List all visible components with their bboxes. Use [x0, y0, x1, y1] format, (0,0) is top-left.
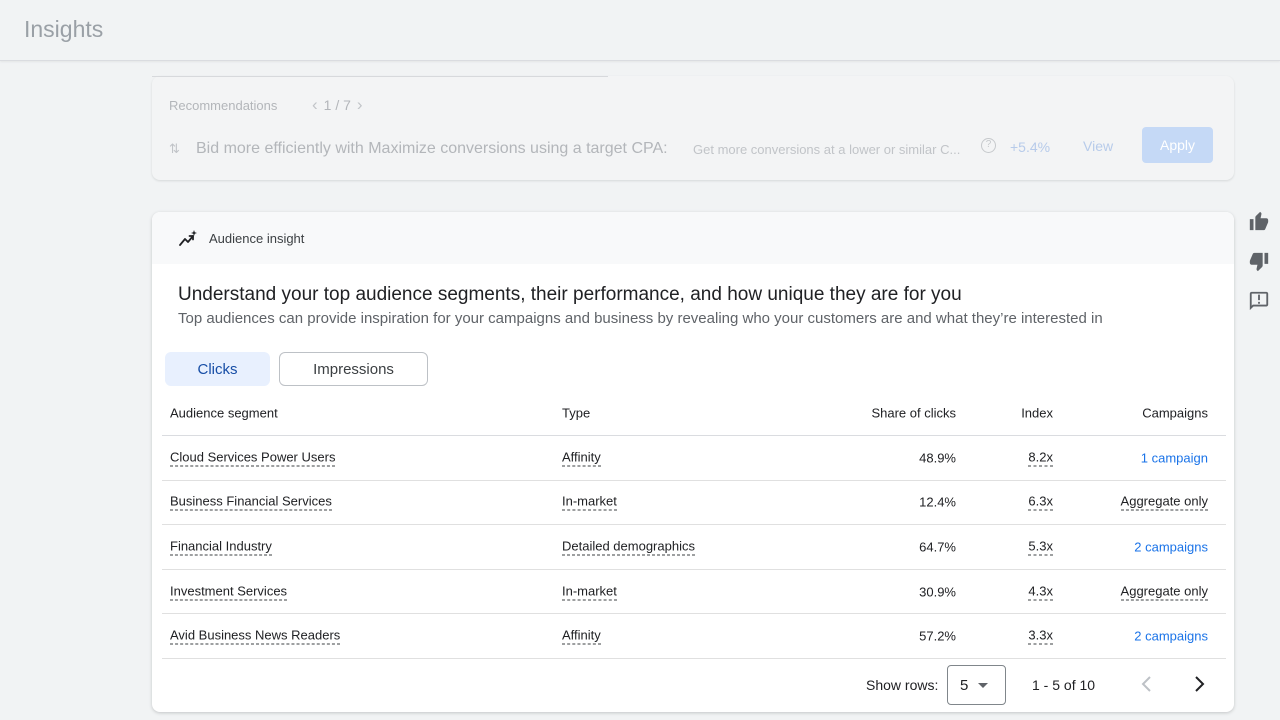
trending-sparkle-icon [179, 230, 197, 246]
rows-per-page-value: 5 [960, 676, 969, 694]
index-value[interactable]: 5.3x [1028, 538, 1053, 556]
segment-type[interactable]: Detailed demographics [562, 538, 695, 556]
table-pagination: Show rows: 5 1 - 5 of 10 [152, 660, 1234, 712]
column-header-type[interactable]: Type [562, 405, 590, 420]
table-header: Audience segment Type Share of clicks In… [162, 390, 1226, 436]
recommendation-page-indicator: 1 / 7 [323, 97, 351, 113]
recommendations-label: Recommendations [169, 98, 278, 113]
card-header: Audience insight [152, 212, 1234, 264]
caret-down-icon [978, 682, 989, 688]
index-value[interactable]: 3.3x [1028, 628, 1053, 645]
feedback-icon[interactable] [1248, 290, 1270, 312]
chevron-right-icon[interactable]: › [357, 95, 363, 115]
divider [152, 76, 608, 77]
segment-name[interactable]: Investment Services [170, 583, 288, 601]
recommendation-pager: ‹ 1 / 7 › [312, 95, 363, 115]
insight-headline: Understand your top audience segments, t… [178, 284, 962, 305]
help-circle-icon[interactable]: ? [981, 138, 996, 153]
segment-type[interactable]: Affinity [562, 449, 601, 467]
index-value[interactable]: 6.3x [1028, 494, 1053, 511]
segment-type[interactable]: In-market [562, 494, 617, 511]
chevron-left-icon[interactable]: ‹ [312, 95, 318, 115]
recommendation-description: Get more conversions at a lower or simil… [693, 142, 961, 157]
table-row: Business Financial Services In-market 12… [162, 481, 1226, 526]
share-value: 57.2% [919, 628, 956, 644]
sort-arrows-icon: ⇅ [169, 141, 180, 156]
column-header-segment[interactable]: Audience segment [170, 405, 278, 420]
campaigns-aggregate[interactable]: Aggregate only [1120, 494, 1208, 511]
table-row: Cloud Services Power Users Affinity 48.9… [162, 436, 1226, 481]
tab-clicks[interactable]: Clicks [165, 352, 270, 386]
column-header-campaigns[interactable]: Campaigns [1142, 405, 1208, 420]
uplift-value: +5.4% [1010, 139, 1051, 155]
segment-name[interactable]: Avid Business News Readers [170, 628, 341, 645]
recommendation-title: Bid more efficiently with Maximize conve… [196, 140, 668, 157]
page-title: Insights [24, 16, 104, 42]
audience-table: Audience segment Type Share of clicks In… [162, 390, 1226, 659]
campaigns-link[interactable]: 2 campaigns [1134, 539, 1208, 554]
tab-impressions[interactable]: Impressions [279, 352, 428, 386]
rows-per-page-select[interactable]: 5 [947, 665, 1006, 705]
show-rows-label: Show rows: [866, 677, 939, 693]
segment-name[interactable]: Financial Industry [170, 538, 272, 556]
apply-button[interactable]: Apply [1142, 127, 1213, 163]
top-bar: Insights [0, 0, 1280, 61]
section-label: Audience insight [209, 231, 305, 246]
table-row: Investment Services In-market 30.9% 4.3x… [162, 570, 1226, 615]
share-value: 30.9% [919, 584, 956, 600]
chevron-right-icon[interactable] [1188, 672, 1210, 696]
table-row: Avid Business News Readers Affinity 57.2… [162, 614, 1226, 659]
segment-type[interactable]: Affinity [562, 628, 601, 645]
campaigns-link[interactable]: 1 campaign [1141, 450, 1208, 465]
recommendations-card: Recommendations ‹ 1 / 7 › ⇅ Bid more eff… [152, 76, 1234, 180]
segment-type[interactable]: In-market [562, 583, 617, 601]
page-range: 1 - 5 of 10 [1032, 677, 1096, 693]
campaigns-link[interactable]: 2 campaigns [1134, 629, 1208, 644]
table-row: Financial Industry Detailed demographics… [162, 525, 1226, 570]
thumbs-down-icon[interactable] [1248, 251, 1270, 273]
segment-name[interactable]: Cloud Services Power Users [170, 449, 336, 467]
share-value: 64.7% [919, 539, 956, 555]
view-button[interactable]: View [1083, 138, 1113, 154]
chevron-left-icon[interactable] [1136, 672, 1158, 696]
column-header-share[interactable]: Share of clicks [871, 405, 956, 420]
share-value: 12.4% [919, 494, 956, 510]
campaigns-aggregate[interactable]: Aggregate only [1120, 583, 1208, 601]
audience-insight-card: Audience insight Understand your top aud… [152, 212, 1234, 712]
segment-name[interactable]: Business Financial Services [170, 494, 332, 511]
index-value[interactable]: 8.2x [1028, 449, 1053, 467]
column-header-index[interactable]: Index [1021, 405, 1053, 420]
share-value: 48.9% [919, 450, 956, 466]
insight-subline: Top audiences can provide inspiration fo… [178, 310, 1103, 327]
index-value[interactable]: 4.3x [1028, 583, 1053, 601]
thumbs-up-icon[interactable] [1248, 210, 1270, 232]
